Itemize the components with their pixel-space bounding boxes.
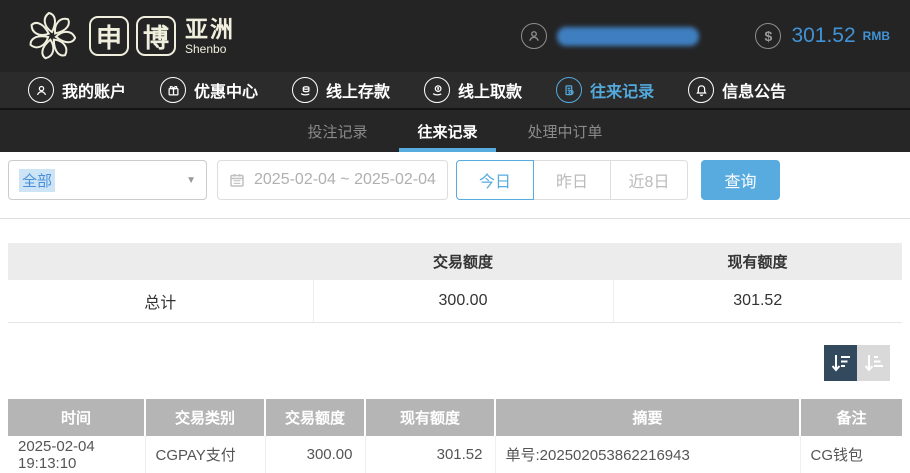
today-button[interactable]: 今日	[456, 160, 534, 200]
date-range-value: 2025-02-04 ~ 2025-02-04	[254, 171, 436, 188]
records-header-note: 备注	[799, 398, 902, 436]
logo-suffix: 亚洲 Shenbo	[185, 15, 235, 56]
summary-total-amount: 300.00	[312, 280, 613, 323]
user-icon	[28, 77, 54, 103]
content: 全部 ▼ 2025-02-04 ~ 2025-02-04 今日 昨日 近8日 查…	[0, 160, 910, 473]
chevron-down-icon: ▼	[186, 174, 196, 186]
tab-processing-orders[interactable]: 处理中订单	[510, 110, 621, 152]
sort-descending-button[interactable]	[824, 344, 857, 381]
balance-amount: 301.52	[791, 24, 856, 47]
username-redacted	[557, 26, 700, 46]
nav-item-online-deposit[interactable]: 线上存款	[292, 77, 390, 103]
gift-icon	[160, 77, 187, 103]
summary-header-row: 交易额度 现有额度	[8, 243, 902, 280]
transaction-type-select[interactable]: 全部 ▼	[8, 160, 207, 200]
balance[interactable]: $ 301.52 RMB	[755, 23, 890, 49]
logo-char-bo: 博	[136, 16, 176, 56]
nav-item-promo-center[interactable]: 优惠中心	[160, 77, 258, 103]
sort-ascending-button[interactable]	[857, 344, 890, 381]
nav-label: 优惠中心	[194, 84, 259, 101]
sort-controls	[20, 344, 890, 381]
nav-label: 往来记录	[590, 84, 655, 101]
summary-header-balance: 现有额度	[613, 243, 902, 280]
balance-currency: RMB	[862, 29, 890, 43]
nav-label: 信息公告	[722, 84, 787, 101]
lotus-flower-icon	[29, 11, 77, 60]
sort-ascending-icon	[864, 354, 883, 372]
record-memo: 单号:202502053862216943	[494, 435, 800, 473]
records-icon	[556, 77, 583, 103]
logo-region-text: 亚洲	[185, 15, 235, 42]
sub-tabs: 投注记录 往来记录 处理中订单	[0, 110, 910, 152]
topbar: 申 博 亚洲 Shenbo $ 301.52 RMB	[0, 0, 910, 72]
nav-label: 我的账户	[62, 84, 127, 101]
records-table: 时间 交易类别 交易额度 现有额度 摘要 备注 2025-02-04 19:13…	[8, 398, 902, 473]
deposit-icon	[292, 77, 319, 103]
logo-en-text: Shenbo	[185, 41, 227, 56]
filter-bar: 全部 ▼ 2025-02-04 ~ 2025-02-04 今日 昨日 近8日 查…	[8, 160, 902, 200]
record-type: CGPAY支付	[144, 435, 265, 473]
summary-total-label: 总计	[8, 280, 313, 323]
records-header-balance: 现有额度	[364, 398, 495, 436]
record-time: 2025-02-04 19:13:10	[8, 435, 145, 473]
logo-char-shen: 申	[89, 16, 129, 56]
record-balance: 301.52	[364, 435, 495, 473]
records-header-time: 时间	[8, 398, 145, 436]
nav-item-online-withdraw[interactable]: 线上取款	[424, 77, 522, 103]
calendar-icon	[230, 174, 244, 187]
yesterday-button[interactable]: 昨日	[533, 160, 611, 200]
main-navbar: 我的账户 优惠中心 线上存款 线上取款 往来记录 信息公告	[0, 72, 910, 110]
summary-total-row: 总计 300.00 301.52	[8, 280, 902, 323]
nav-item-my-account[interactable]: 我的账户	[28, 77, 126, 103]
tab-transaction-records[interactable]: 往来记录	[399, 110, 496, 152]
nav-item-transaction-records[interactable]: 往来记录	[556, 77, 654, 103]
user-account[interactable]	[521, 23, 700, 49]
nav-label: 线上取款	[458, 84, 523, 101]
tab-betting-records[interactable]: 投注记录	[289, 110, 385, 152]
summary-header-amount: 交易额度	[313, 243, 613, 280]
record-note: CG钱包	[799, 435, 902, 473]
records-header-type: 交易类别	[144, 398, 265, 436]
select-value: 全部	[19, 168, 56, 192]
sort-descending-icon	[831, 354, 850, 372]
user-avatar-icon	[521, 23, 548, 49]
coin-dollar-icon: $	[755, 23, 782, 49]
date-range-input[interactable]: 2025-02-04 ~ 2025-02-04	[217, 160, 448, 200]
nav-item-announcements[interactable]: 信息公告	[688, 77, 786, 103]
withdraw-icon	[424, 77, 451, 103]
records-header-row: 时间 交易类别 交易额度 现有额度 摘要 备注	[8, 398, 902, 436]
last-8-days-button[interactable]: 近8日	[610, 160, 688, 200]
summary-total-balance: 301.52	[612, 280, 902, 323]
brand-logo[interactable]: 申 博 亚洲 Shenbo	[26, 10, 235, 62]
records-header-memo: 摘要	[494, 398, 800, 436]
table-row: 2025-02-04 19:13:10 CGPAY支付 300.00 301.5…	[8, 435, 902, 473]
nav-label: 线上存款	[326, 84, 391, 101]
record-amount: 300.00	[264, 435, 365, 473]
divider	[0, 218, 910, 219]
summary-table: 交易额度 现有额度 总计 300.00 301.52	[8, 243, 902, 323]
quick-range-group: 今日 昨日 近8日	[456, 160, 688, 200]
topbar-right: $ 301.52 RMB	[521, 23, 890, 49]
bell-icon	[688, 77, 715, 103]
query-button[interactable]: 查询	[701, 160, 780, 200]
summary-header-empty	[8, 243, 313, 280]
records-header-amount: 交易额度	[264, 398, 365, 436]
